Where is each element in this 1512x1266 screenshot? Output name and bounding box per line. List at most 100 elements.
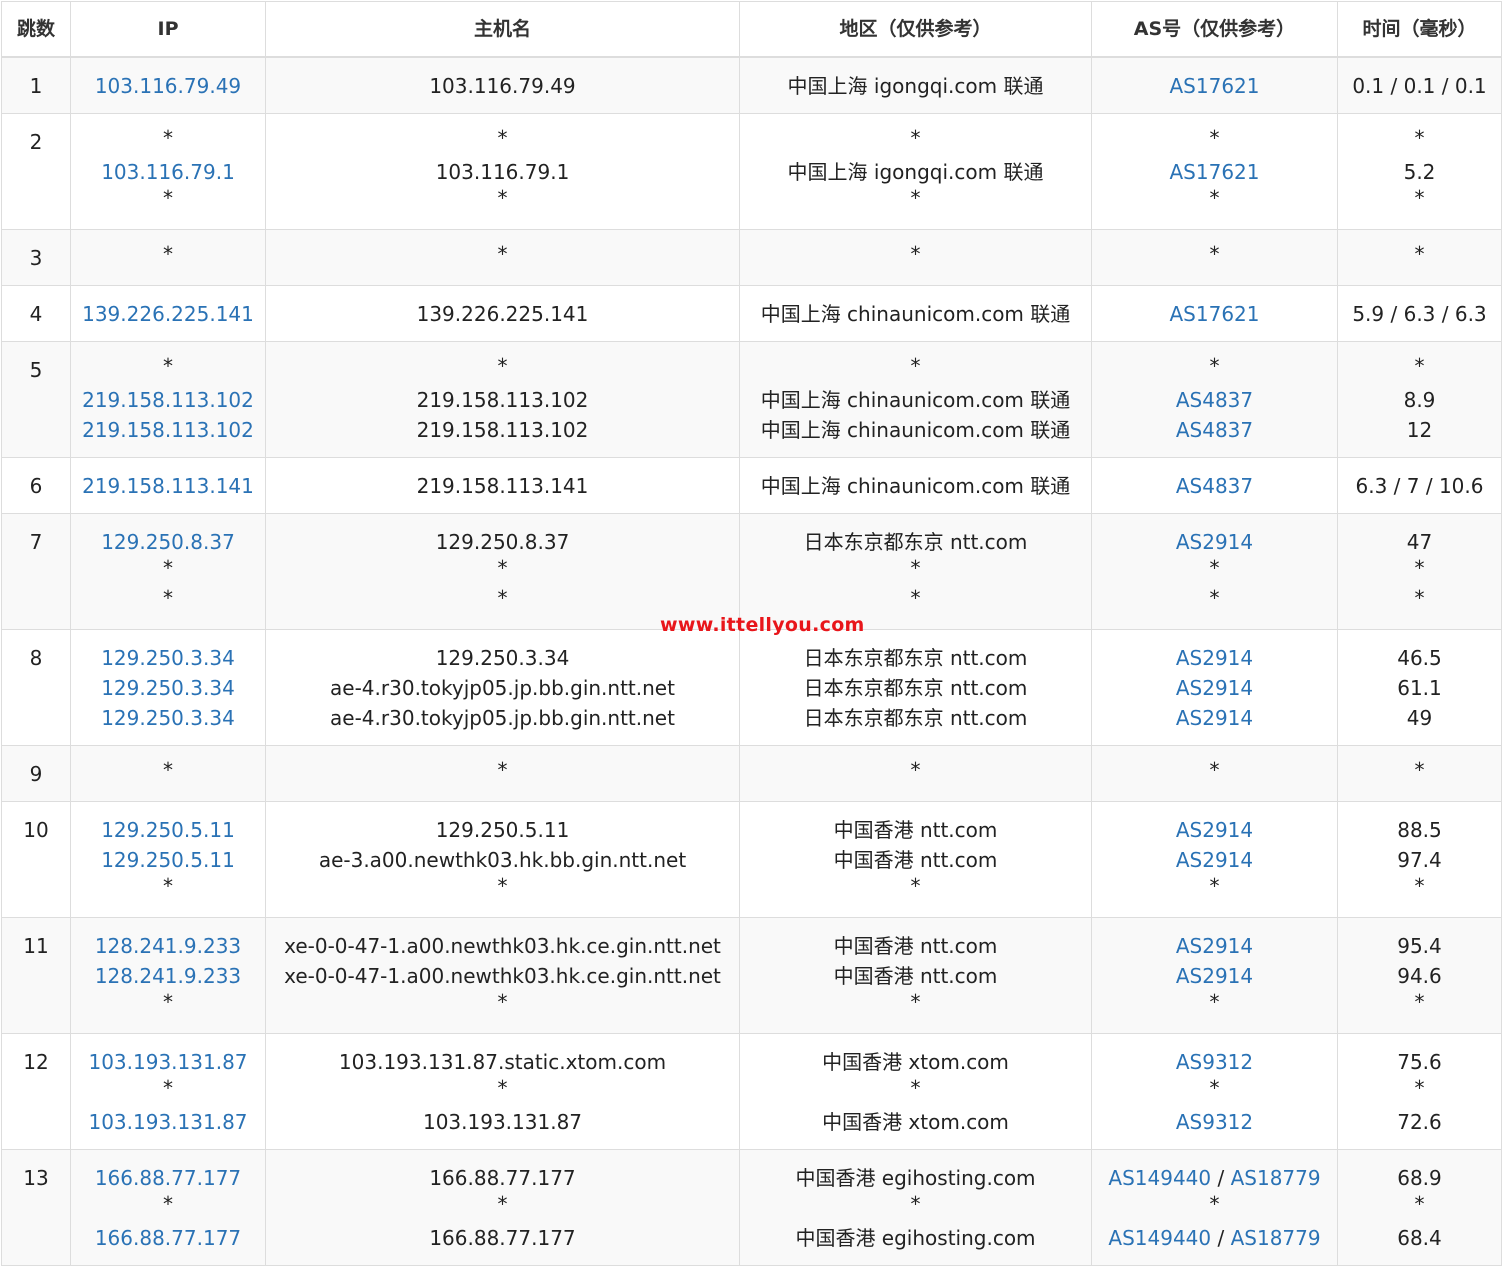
region-cell: 中国香港 egihosting.com * 中国香港 egihosting.com [739,1149,1092,1266]
region-cell-line: 中国上海 chinaunicom.com 联通 [760,388,1071,412]
ip-cell-line: * [163,990,173,1014]
ip-cell-line[interactable]: 129.250.5.11 [71,845,265,875]
time-cell: 47 * * [1337,513,1502,630]
ip-cell: 128.241.9.233 128.241.9.233 * [70,917,266,1034]
hop-number: 1 [1,56,71,114]
ip-cell: * 219.158.113.102 219.158.113.102 [70,341,266,458]
ip-cell-line[interactable]: 166.88.77.177 [71,1163,265,1193]
ip-cell-line: * [163,126,173,150]
host-cell-line: ae-4.r30.tokyjp05.jp.bb.gin.ntt.net [330,676,675,700]
ip-cell: 103.116.79.49 [70,56,266,114]
as-cell: AS9312 * AS9312 [1091,1033,1338,1150]
time-cell: * 5.2 * [1337,113,1502,230]
as-cell: AS2914 AS2914 * [1091,801,1338,918]
ip-cell: * 103.116.79.1 * [70,113,266,230]
region-cell-line: 中国香港 egihosting.com [795,1166,1036,1190]
as-link[interactable]: AS4837 [1176,388,1253,412]
as-link[interactable]: AS9312 [1176,1110,1253,1134]
as-link[interactable]: AS18779 [1231,1226,1321,1250]
watermark: www.ittellyou.com [660,614,865,636]
ip-cell-line[interactable]: 129.250.3.34 [71,703,265,733]
region-cell: 中国香港 ntt.com 中国香港 ntt.com * [739,801,1092,918]
as-link[interactable]: AS4837 [1176,474,1253,498]
region-cell: * [739,745,1092,802]
header-region: 地区（仅供参考） [739,1,1092,58]
ip-cell-line[interactable]: 129.250.5.11 [71,815,265,845]
as-cell-line: AS17621 [1092,71,1337,101]
as-link[interactable]: AS2914 [1176,934,1253,958]
ip-cell-line[interactable]: 219.158.113.102 [71,415,265,445]
time-cell-line: 6.3 / 7 / 10.6 [1355,474,1484,498]
ip-cell-line[interactable]: 103.116.79.49 [71,71,265,101]
time-cell: * [1337,229,1502,286]
time-cell: 5.9 / 6.3 / 6.3 [1337,285,1502,342]
host-cell-line: * [497,874,508,898]
host-cell-line: * [497,990,508,1014]
as-cell-line: AS17621 [1092,299,1337,329]
ip-cell-line[interactable]: 128.241.9.233 [71,961,265,991]
ip-cell-line[interactable]: 129.250.8.37 [71,527,265,557]
as-link[interactable]: AS2914 [1176,964,1253,988]
region-cell: 中国香港 ntt.com 中国香港 ntt.com * [739,917,1092,1034]
time-cell-line: 0.1 / 0.1 / 0.1 [1352,74,1487,98]
as-empty: * [1209,556,1220,580]
ip-cell-line[interactable]: 219.158.113.102 [71,385,265,415]
hop-row: 12 103.193.131.87 * 103.193.131.87 103.193.1… [1,1033,1502,1150]
header-as: AS号（仅供参考） [1091,1,1338,58]
ip-cell-line[interactable]: 128.241.9.233 [71,931,265,961]
as-link[interactable]: AS2914 [1176,706,1253,730]
as-link[interactable]: AS18779 [1231,1166,1321,1190]
ip-cell: 139.226.225.141 [70,285,266,342]
as-cell-line: * [1092,187,1337,217]
ip-cell-line: * [163,242,173,266]
time-cell-line: 61.1 [1397,676,1442,700]
region-cell-line: 中国上海 igongqi.com 联通 [787,160,1044,184]
ip-cell-line[interactable]: 103.193.131.87 [71,1107,265,1137]
as-link[interactable]: AS9312 [1176,1050,1253,1074]
host-cell: 129.250.8.37 * * [265,513,740,630]
ip-cell-line[interactable]: 219.158.113.141 [71,471,265,501]
as-cell: AS4837 [1091,457,1338,514]
header-ip: IP [70,1,266,58]
as-link[interactable]: AS2914 [1176,646,1253,670]
as-link[interactable]: AS2914 [1176,676,1253,700]
as-cell-line: AS4837 [1092,415,1337,445]
as-link[interactable]: AS17621 [1170,160,1260,184]
as-cell-line: AS2914 [1092,673,1337,703]
as-link[interactable]: AS17621 [1170,302,1260,326]
region-cell-line: 中国香港 ntt.com [833,848,998,872]
ip-cell-line[interactable]: 129.250.3.34 [71,673,265,703]
as-cell-line: AS9312 [1092,1047,1337,1077]
ip-cell-line[interactable]: 103.116.79.1 [71,157,265,187]
as-link[interactable]: AS2914 [1176,848,1253,872]
time-cell-line: * [1414,126,1425,150]
as-cell: * [1091,745,1338,802]
ip-cell-line[interactable]: 103.193.131.87 [71,1047,265,1077]
host-cell: 103.193.131.87.static.xtom.com * 103.193.1… [265,1033,740,1150]
as-link[interactable]: AS2914 [1176,530,1253,554]
as-empty: * [1209,874,1220,898]
time-cell-line: 97.4 [1397,848,1442,872]
region-cell: 中国香港 xtom.com * 中国香港 xtom.com [739,1033,1092,1150]
as-link[interactable]: AS149440 [1108,1226,1211,1250]
hop-row: 6 219.158.113.141 219.158.113.141 中国上海 chin… [1,457,1502,514]
time-cell-line: 95.4 [1397,934,1442,958]
as-cell-line: AS149440 / AS18779 [1092,1163,1337,1193]
hop-row: 13 166.88.77.177 * 166.88.77.177 166.88.77.1… [1,1149,1502,1266]
ip-cell-line[interactable]: 166.88.77.177 [71,1223,265,1253]
region-cell-line: * [910,354,921,378]
as-link[interactable]: AS2914 [1176,818,1253,842]
ip-cell-line[interactable]: 139.226.225.141 [71,299,265,329]
as-cell-line: * [1092,587,1337,617]
as-empty: * [1209,586,1220,610]
as-link[interactable]: AS4837 [1176,418,1253,442]
host-cell-line: 103.193.131.87.static.xtom.com [338,1050,667,1074]
ip-cell: 129.250.5.11 129.250.5.11 * [70,801,266,918]
host-cell: 219.158.113.141 [265,457,740,514]
ip-cell-line[interactable]: 129.250.3.34 [71,643,265,673]
host-cell-line: 129.250.5.11 [435,818,570,842]
as-link[interactable]: AS17621 [1170,74,1260,98]
as-link[interactable]: AS149440 [1108,1166,1211,1190]
ip-cell: * [70,229,266,286]
ip-cell-line: * [163,1076,173,1100]
